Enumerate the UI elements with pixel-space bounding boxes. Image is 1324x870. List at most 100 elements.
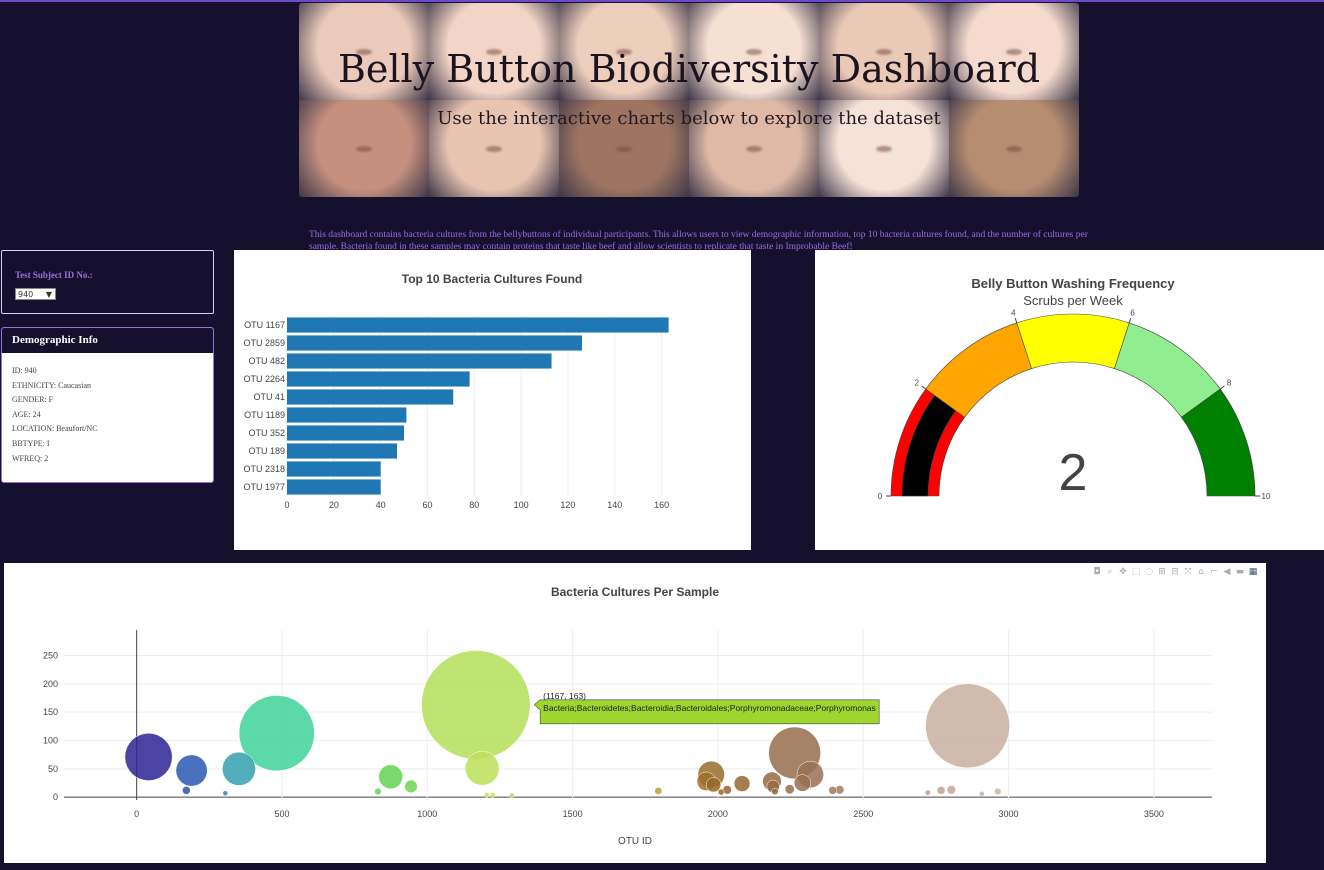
- tooltip-coords: (1167, 163): [543, 691, 586, 701]
- gauge-tick-label: 8: [1227, 379, 1232, 388]
- box-select-icon[interactable]: ⬚: [1131, 567, 1141, 577]
- bubble-point: [464, 751, 500, 786]
- bar: [287, 335, 582, 351]
- bar-chart-svg[interactable]: Top 10 Bacteria Cultures Found 0 20 40 60 80…: [234, 250, 751, 550]
- demographic-row: BBTYPE: I: [12, 438, 50, 448]
- gauge-subtitle: Scrubs per Week: [1023, 293, 1123, 308]
- bar-category-label: OTU 1189: [244, 410, 285, 420]
- bubble-point: [489, 792, 496, 798]
- bar-x-tick-label: 140: [607, 500, 622, 510]
- bar-category-label: OTU 2264: [243, 374, 285, 384]
- demographic-row: LOCATION: Beaufort/NC: [12, 424, 98, 434]
- bar-x-tick-label: 120: [560, 500, 575, 510]
- hover-compare-icon[interactable]: ▬: [1235, 567, 1245, 577]
- gauge-tick: [1128, 317, 1132, 324]
- bar-x-tick-label: 20: [329, 500, 339, 510]
- bubble-y-tick-label: 50: [48, 764, 58, 774]
- bar: [287, 479, 381, 495]
- bubble-point: [733, 775, 751, 792]
- top10-bar-chart[interactable]: Top 10 Bacteria Cultures Found 0 20 40 60 80…: [234, 250, 751, 550]
- bubble-point: [484, 792, 490, 798]
- reset-axes-icon[interactable]: ⌂: [1196, 567, 1206, 577]
- plotly-logo-icon[interactable]: ▦: [1248, 567, 1258, 577]
- demographic-title: Demographic Info: [2, 328, 213, 353]
- bubble-point: [124, 733, 173, 781]
- demographic-row: ETHNICITY: Caucasian: [12, 380, 92, 390]
- gauge-tick-label: 6: [1130, 308, 1135, 317]
- wash-frequency-gauge[interactable]: Belly Button Washing Frequency Scrubs pe…: [815, 250, 1324, 550]
- bar-x-tick-label: 60: [422, 500, 432, 510]
- camera-icon[interactable]: ◘: [1092, 567, 1102, 577]
- gauge-tick: [921, 385, 927, 390]
- bubble-x-tick-label: 1000: [417, 809, 437, 819]
- gauge-tick-label: 4: [1011, 308, 1016, 317]
- subject-id-value: 940: [18, 290, 34, 299]
- bubble-point: [374, 787, 382, 796]
- bubble-point: [946, 785, 956, 795]
- intro-text: This dashboard contains bacteria culture…: [309, 229, 1088, 252]
- bubble-x-tick-label: 3500: [1144, 809, 1164, 819]
- demographic-row: AGE: 24: [12, 409, 41, 419]
- bubble-x-tick-label: 500: [274, 809, 289, 819]
- bubble-point: [924, 789, 931, 796]
- subject-id-select[interactable]: 940 ▼: [15, 288, 56, 300]
- bar: [287, 461, 381, 477]
- bubble-point: [654, 787, 663, 795]
- bubble-point: [717, 788, 725, 796]
- demographic-panel: Demographic Info ID: 940 ETHNICITY: Cauc…: [1, 327, 214, 483]
- bubble-point: [771, 787, 779, 796]
- bubble-x-tick-label: 0: [134, 809, 139, 819]
- hover-closest-icon[interactable]: ◀: [1222, 567, 1232, 577]
- bubble-y-tick-label: 0: [53, 792, 58, 802]
- bubble-chart-svg[interactable]: Bacteria Cultures Per Sample OTU ID 0 50 1…: [4, 563, 1266, 863]
- demographic-row: GENDER: F: [12, 395, 54, 405]
- bubble-x-axis-label: OTU ID: [618, 836, 652, 847]
- zoom-in-icon[interactable]: ⊞: [1157, 567, 1167, 577]
- bar-x-tick-label: 0: [284, 500, 289, 510]
- bubble-chart[interactable]: Bacteria Cultures Per Sample OTU ID 0 50 1…: [4, 563, 1266, 863]
- bar: [287, 353, 552, 369]
- bar: [287, 443, 398, 459]
- bubble-y-tick-label: 150: [43, 707, 58, 717]
- bubble-point: [793, 774, 812, 792]
- spike-lines-icon[interactable]: ⌐: [1209, 567, 1219, 577]
- bubble-point: [222, 790, 229, 796]
- bar: [287, 425, 405, 441]
- tooltip-taxonomy: Bacteria;Bacteroidetes;Bacteroidia;Bacte…: [543, 703, 876, 713]
- plot-modebar: ◘ ⌕ ✥ ⬚ ◌ ⊞ ⊟ ⤧ ⌂ ⌐ ◀ ▬ ▦: [1092, 567, 1258, 577]
- bubble-point: [994, 787, 1002, 796]
- gauge-svg[interactable]: Belly Button Washing Frequency Scrubs pe…: [815, 250, 1324, 550]
- bubble-point: [828, 786, 837, 795]
- lasso-icon[interactable]: ◌: [1144, 567, 1154, 577]
- bubble-x-tick-label: 2500: [853, 809, 873, 819]
- bubble-x-tick-label: 2000: [708, 809, 728, 819]
- bubble-point: [925, 683, 1010, 769]
- gauge-tick: [1014, 317, 1018, 324]
- subject-id-label: Test Subject ID No.:: [15, 270, 93, 280]
- pan-icon[interactable]: ✥: [1118, 567, 1128, 577]
- bar-x-tick-label: 80: [469, 500, 479, 510]
- bubble-point: [222, 751, 256, 786]
- chevron-down-icon: ▼: [45, 290, 52, 299]
- bar-category-label: OTU 352: [248, 428, 285, 438]
- gauge-step: [1016, 313, 1130, 369]
- bubble-tooltip: (1167, 163) Bacteria;Bacteroidetes;Bacter…: [533, 691, 880, 725]
- header-banner: Belly Button Biodiversity Dashboard Use …: [299, 3, 1079, 197]
- zoom-icon[interactable]: ⌕: [1105, 567, 1115, 577]
- zoom-out-icon[interactable]: ⊟: [1170, 567, 1180, 577]
- demographic-row: ID: 940: [12, 366, 37, 375]
- gauge-tick-label: 2: [915, 379, 920, 388]
- bar-category-label: OTU 2318: [243, 464, 285, 474]
- bubble-x-tick-label: 1500: [563, 809, 583, 819]
- bar-x-tick-label: 100: [514, 500, 529, 510]
- bubble-point: [421, 650, 531, 760]
- bar: [287, 407, 407, 423]
- bubble-y-tick-label: 200: [43, 679, 58, 689]
- bar-category-label: OTU 2859: [243, 338, 285, 348]
- autoscale-icon[interactable]: ⤧: [1183, 567, 1193, 577]
- bubble-chart-title: Bacteria Cultures Per Sample: [551, 585, 719, 599]
- gauge-title: Belly Button Washing Frequency: [971, 276, 1175, 291]
- subject-selector-panel: Test Subject ID No.: 940 ▼: [1, 250, 214, 314]
- bar: [287, 389, 454, 405]
- bubble-x-tick-label: 3000: [999, 809, 1019, 819]
